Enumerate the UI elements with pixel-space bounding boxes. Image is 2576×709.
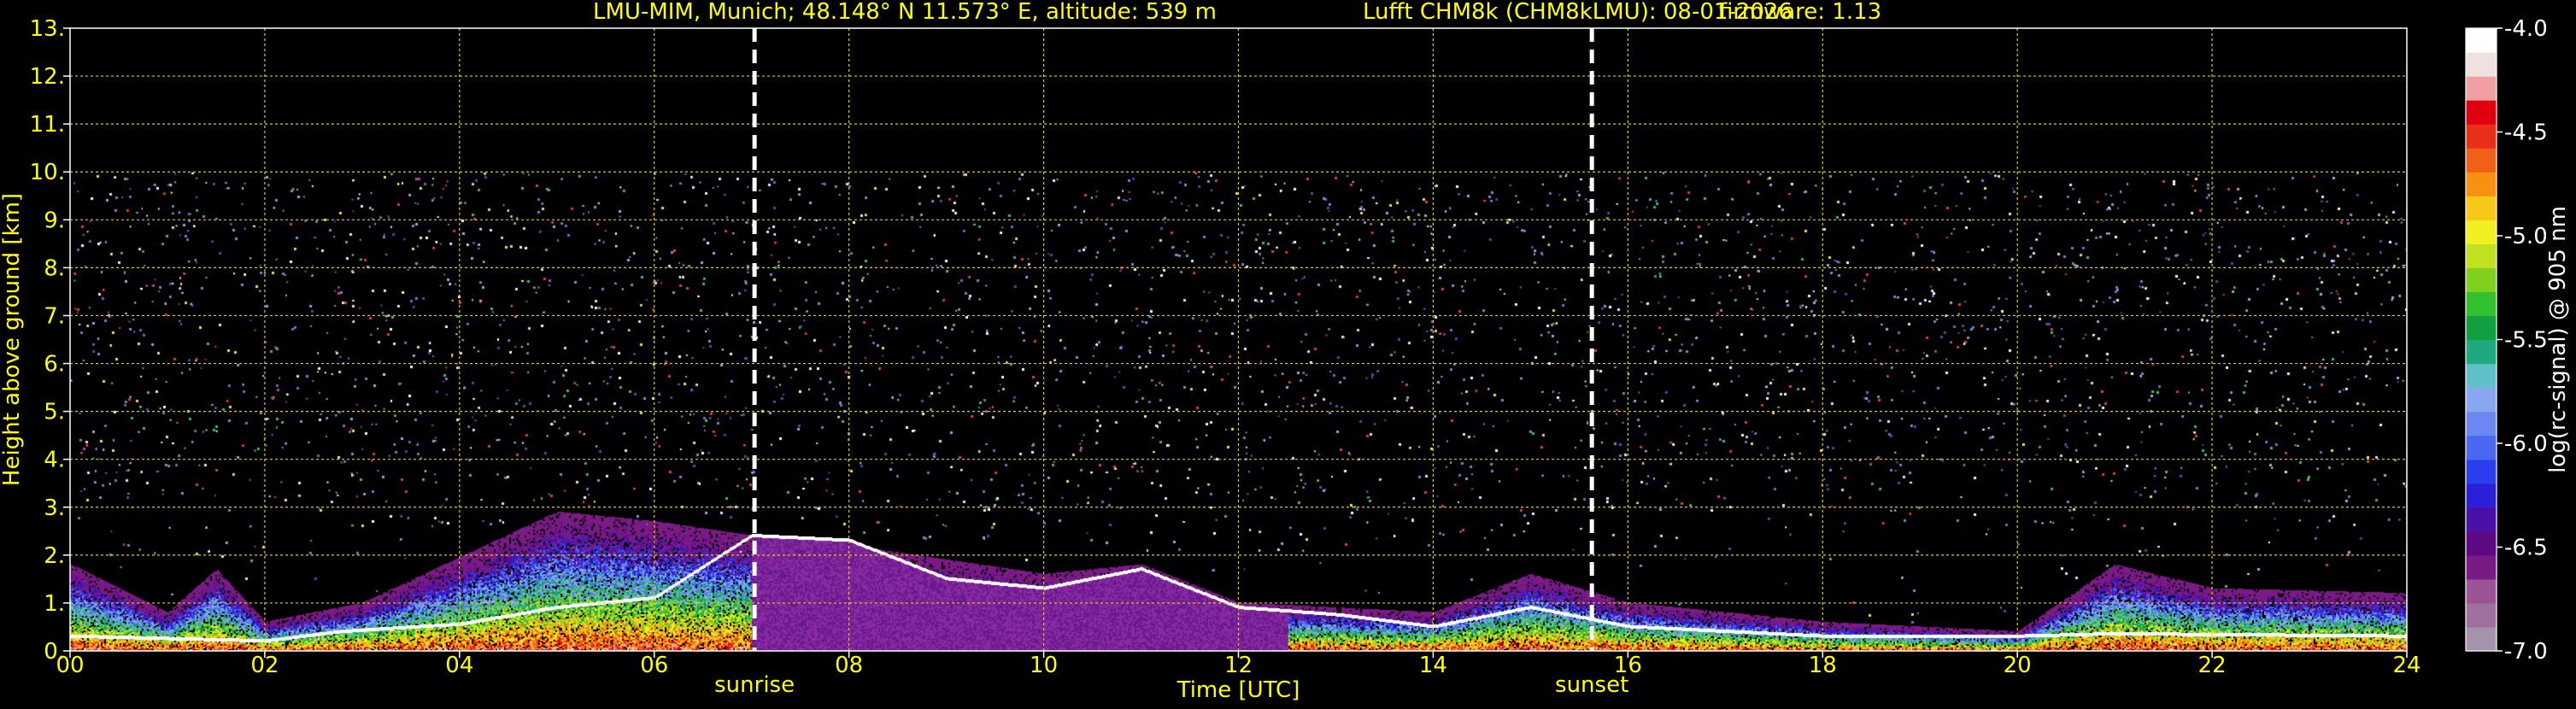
colorbar-swatch <box>2466 554 2497 580</box>
colorbar-swatch <box>2466 172 2497 196</box>
colorbar-swatch <box>2466 483 2497 508</box>
title-station: LMU-MIM, Munich; 48.148° N 11.573° E, al… <box>593 0 1217 25</box>
y-tick-label: 10. <box>30 160 65 185</box>
x-tick-label: 16 <box>1614 653 1642 678</box>
y-tick-label: 2. <box>44 543 65 569</box>
y-axis-label: Height above ground [km] <box>0 193 25 486</box>
colorbar-swatch <box>2466 602 2497 628</box>
y-tick-label: 5. <box>44 400 65 425</box>
colorbar-tick-label: -5.0 <box>2504 224 2548 249</box>
y-tick-label: 1. <box>44 591 65 617</box>
colorbar-swatch <box>2466 315 2497 341</box>
ceilometer-figure: LMU-MIM, Munich; 48.148° N 11.573° E, al… <box>0 0 2571 703</box>
sunrise-label: sunrise <box>714 672 795 698</box>
colorbar-tick-label: -4.5 <box>2504 120 2548 146</box>
colorbar-swatch <box>2466 196 2497 220</box>
colorbar-tick-label: -5.5 <box>2504 328 2548 354</box>
colorbar-swatch <box>2466 435 2497 460</box>
y-tick-label: 4. <box>44 448 65 473</box>
y-tick-label: 3. <box>44 495 65 521</box>
colorbar-tick-label: -4.0 <box>2504 16 2548 42</box>
x-tick-label: 20 <box>2004 653 2032 678</box>
x-axis-label: Time [UTC] <box>1177 677 1300 703</box>
x-tick-label: 08 <box>835 653 863 678</box>
colorbar-swatch <box>2466 578 2497 604</box>
colorbar-swatch <box>2466 28 2497 53</box>
colorbar-swatch <box>2466 243 2497 268</box>
x-tick-label: 22 <box>2198 653 2227 678</box>
x-tick-label: 12 <box>1224 653 1253 678</box>
title-firmware: firmware: 1.13 <box>1719 0 1881 25</box>
y-tick-label: 13. <box>30 16 65 42</box>
colorbar-swatch <box>2466 76 2497 101</box>
colorbar-swatch <box>2466 363 2497 389</box>
colorbar-swatch <box>2466 387 2497 413</box>
colorbar-label: log(rc-signal) @ 905 nm <box>2545 206 2571 473</box>
colorbar-tick-label: -6.0 <box>2504 431 2548 457</box>
colorbar-swatch <box>2466 100 2497 125</box>
colorbar-swatch <box>2466 291 2497 317</box>
x-tick-label: 02 <box>250 653 279 678</box>
colorbar-swatch <box>2466 52 2497 77</box>
x-tick-label: 10 <box>1030 653 1058 678</box>
colorbar-swatch <box>2466 267 2497 293</box>
colorbar-swatch <box>2466 148 2497 173</box>
x-tick-label: 14 <box>1419 653 1447 678</box>
y-axis-ticks: 0. 1. 2. 3. 4. 5. 6. 7. 8. 9. 10. 11. 12. 13. <box>30 16 70 665</box>
colorbar-swatch <box>2466 339 2497 365</box>
y-tick-label: 6. <box>44 352 65 378</box>
colorbar-swatch <box>2466 507 2497 532</box>
colorbar-tick-label: -6.5 <box>2504 536 2548 561</box>
x-tick-label: 18 <box>1809 653 1837 678</box>
y-tick-label: 11. <box>30 112 65 138</box>
ceilometer-plot: LMU-MIM, Munich; 48.148° N 11.573° E, al… <box>0 0 2576 706</box>
y-tick-label: 7. <box>44 303 65 329</box>
y-tick-label: 9. <box>44 208 65 233</box>
y-tick-label: 0. <box>44 639 65 665</box>
colorbar-swatch <box>2466 124 2497 149</box>
plot-title: LMU-MIM, Munich; 48.148° N 11.573° E, al… <box>593 0 1881 25</box>
x-axis-ticks: 00 02 04 06 08 10 12 14 16 18 20 22 24 <box>56 651 2421 678</box>
colorbar-swatch <box>2466 626 2497 652</box>
colorbar-swatch <box>2466 411 2497 437</box>
x-tick-label: 06 <box>640 653 668 678</box>
colorbar: -4.0 -4.5 -5.0 -5.5 -6.0 -6.5 -7.0 <box>2465 16 2548 665</box>
y-tick-label: 8. <box>44 255 65 281</box>
x-tick-label: 04 <box>445 653 473 678</box>
colorbar-swatch <box>2466 459 2497 484</box>
colorbar-tick-label: -7.0 <box>2504 639 2548 665</box>
x-tick-label: 24 <box>2392 653 2421 678</box>
colorbar-swatch <box>2466 530 2497 556</box>
colorbar-swatch <box>2466 220 2497 244</box>
y-tick-label: 12. <box>30 64 65 90</box>
